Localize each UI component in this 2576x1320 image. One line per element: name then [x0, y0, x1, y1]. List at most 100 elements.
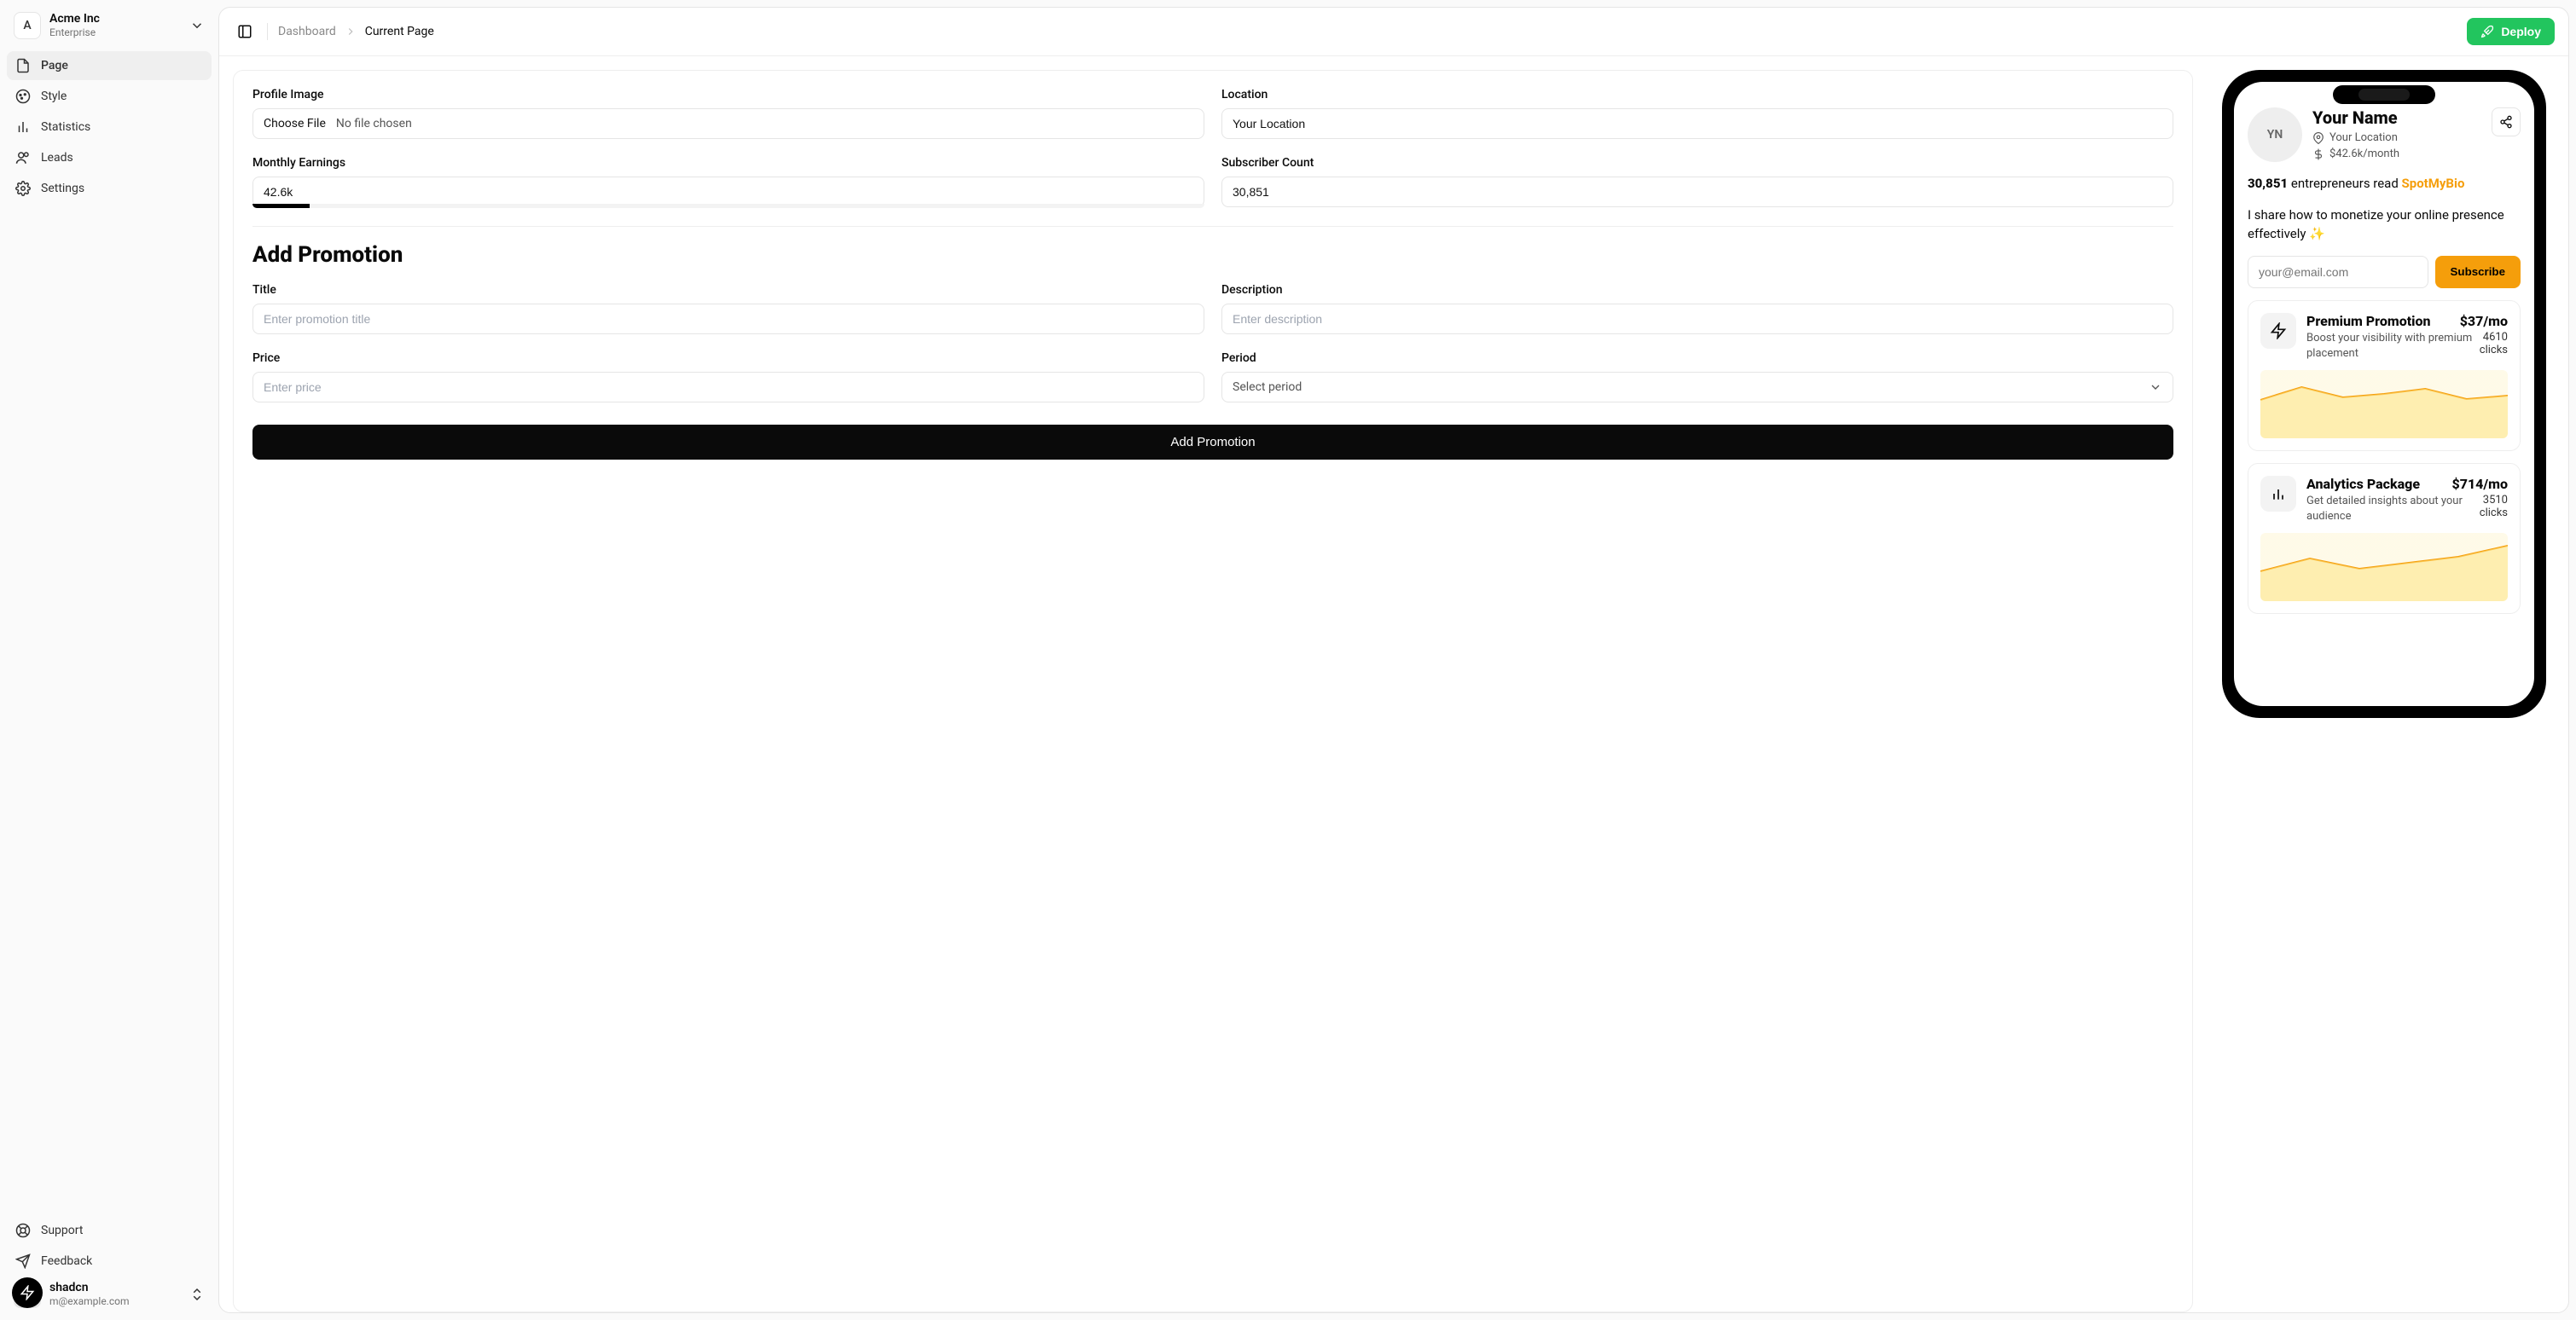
promo-description-input[interactable]: [1221, 304, 2173, 334]
share-button[interactable]: [2492, 107, 2521, 136]
panel-left-icon: [237, 24, 252, 39]
sidebar-item-label: Style: [41, 90, 67, 103]
preview-profile-row: YN Your Name Your Location $42.6k: [2248, 107, 2521, 162]
promo-price: $37/mo: [2460, 313, 2508, 329]
sidebar-item-settings[interactable]: Settings: [7, 174, 212, 203]
promo-icon: [2260, 476, 2296, 512]
promo-title-input[interactable]: [252, 304, 1204, 334]
label-profile-image: Profile Image: [252, 88, 1204, 101]
location-input[interactable]: [1221, 108, 2173, 139]
lifebuoy-icon: [15, 1223, 31, 1238]
file-icon: [15, 58, 31, 73]
promo-price-input[interactable]: [252, 372, 1204, 402]
sidebar-item-page[interactable]: Page: [7, 51, 212, 80]
breadcrumb-current: Current Page: [365, 25, 434, 38]
subscribe-row: Subscribe: [2248, 256, 2521, 288]
sidebar-item-label: Settings: [41, 182, 84, 195]
main-panel: Dashboard Current Page Deploy Profile Im…: [218, 7, 2569, 1313]
add-promotion-button[interactable]: Add Promotion: [252, 425, 2173, 460]
preview-brand: SpotMyBio: [2402, 176, 2465, 191]
file-status: No file chosen: [336, 117, 412, 130]
promo-card[interactable]: Analytics Package $714/mo Get detailed i…: [2248, 463, 2521, 614]
sidebar-item-style[interactable]: Style: [7, 82, 212, 111]
palette-icon: [15, 89, 31, 104]
preview-avatar: YN: [2248, 107, 2302, 162]
deploy-label: Deploy: [2501, 25, 2541, 38]
divider: [267, 23, 268, 40]
phone-notch: [2333, 85, 2435, 104]
bar-chart-icon: [15, 119, 31, 135]
preview-subline-rest: entrepreneurs read: [2291, 176, 2399, 191]
org-plan: Enterprise: [49, 26, 181, 38]
breadcrumb-root[interactable]: Dashboard: [278, 25, 336, 38]
field-earnings: Monthly Earnings: [252, 156, 1204, 207]
promo-clicks: 4610 clicks: [2480, 331, 2508, 362]
zap-icon: [20, 1285, 35, 1300]
phone-screen: YN Your Name Your Location $42.6k: [2234, 82, 2534, 706]
label-earnings: Monthly Earnings: [252, 156, 1204, 170]
user-name: shadcn: [49, 1281, 181, 1295]
map-pin-icon: [2312, 132, 2324, 144]
field-promo-period: Period Select period: [1221, 351, 2173, 402]
share-icon: [2499, 115, 2513, 129]
sidebar-item-label: Page: [41, 59, 68, 72]
promo-title: Premium Promotion: [2306, 313, 2453, 329]
preview-column: YN Your Name Your Location $42.6k: [2213, 70, 2555, 1312]
floating-action-button[interactable]: [12, 1277, 43, 1308]
preview-name: Your Name: [2312, 107, 2481, 128]
promo-icon: [2260, 313, 2296, 349]
sidebar-item-label: Statistics: [41, 120, 90, 134]
chevrons-up-down-icon: [189, 1287, 205, 1302]
choose-file-button[interactable]: Choose File: [264, 117, 326, 130]
add-promotion-heading: Add Promotion: [252, 242, 2173, 268]
toggle-sidebar-button[interactable]: [233, 20, 257, 43]
deploy-button[interactable]: Deploy: [2467, 18, 2555, 45]
promo-price: $714/mo: [2451, 476, 2508, 492]
period-placeholder: Select period: [1233, 380, 1302, 394]
sidebar-item-leads[interactable]: Leads: [7, 143, 212, 172]
label-promo-price: Price: [252, 351, 1204, 365]
topbar: Dashboard Current Page Deploy: [219, 8, 2568, 56]
subscribe-email-input[interactable]: [2248, 256, 2428, 288]
org-name: Acme Inc: [49, 12, 181, 26]
phone-frame: YN Your Name Your Location $42.6k: [2222, 70, 2546, 718]
sidebar-item-label: Feedback: [41, 1254, 92, 1268]
form-panel: Profile Image Choose File No file chosen…: [233, 70, 2193, 1312]
sidebar: A Acme Inc Enterprise Page Style Statist…: [0, 0, 218, 1320]
bar-chart-icon: [2270, 485, 2287, 502]
earnings-input[interactable]: [252, 177, 1204, 207]
subscribers-input[interactable]: [1221, 177, 2173, 207]
promo-period-select[interactable]: Select period: [1221, 372, 2173, 402]
user-email: m@example.com: [49, 1295, 181, 1307]
breadcrumb: Dashboard Current Page: [278, 25, 434, 38]
subscribe-button[interactable]: Subscribe: [2435, 256, 2521, 288]
sidebar-item-feedback[interactable]: Feedback: [7, 1247, 212, 1276]
preview-earnings: $42.6k/month: [2329, 148, 2399, 160]
sidebar-item-statistics[interactable]: Statistics: [7, 113, 212, 142]
preview-sub-count: 30,851: [2248, 176, 2288, 191]
promo-card[interactable]: Premium Promotion $37/mo Boost your visi…: [2248, 300, 2521, 451]
org-switcher[interactable]: A Acme Inc Enterprise: [7, 7, 212, 44]
field-promo-description: Description: [1221, 283, 2173, 334]
promo-description: Boost your visibility with premium place…: [2306, 331, 2473, 362]
promo-sparkline: [2260, 533, 2508, 601]
field-profile-image: Profile Image Choose File No file chosen: [252, 88, 1204, 139]
profile-image-input[interactable]: Choose File No file chosen: [252, 108, 1204, 139]
org-avatar: A: [14, 12, 41, 39]
earnings-progress: [252, 204, 1204, 208]
send-icon: [15, 1253, 31, 1269]
field-promo-title: Title: [252, 283, 1204, 334]
primary-nav: Page Style Statistics Leads Settings: [7, 51, 212, 203]
promo-description: Get detailed insights about your audienc…: [2306, 494, 2473, 524]
label-subscribers: Subscriber Count: [1221, 156, 2173, 170]
field-location: Location: [1221, 88, 2173, 139]
chevron-down-icon: [2149, 380, 2162, 394]
sidebar-item-support[interactable]: Support: [7, 1216, 212, 1245]
divider: [252, 226, 2173, 227]
field-subscribers: Subscriber Count: [1221, 156, 2173, 207]
field-promo-price: Price: [252, 351, 1204, 402]
preview-tagline: 30,851 entrepreneurs read SpotMyBio: [2248, 174, 2521, 194]
secondary-nav: Support Feedback: [7, 1216, 212, 1276]
chevron-right-icon: [345, 26, 357, 38]
users-icon: [15, 150, 31, 165]
